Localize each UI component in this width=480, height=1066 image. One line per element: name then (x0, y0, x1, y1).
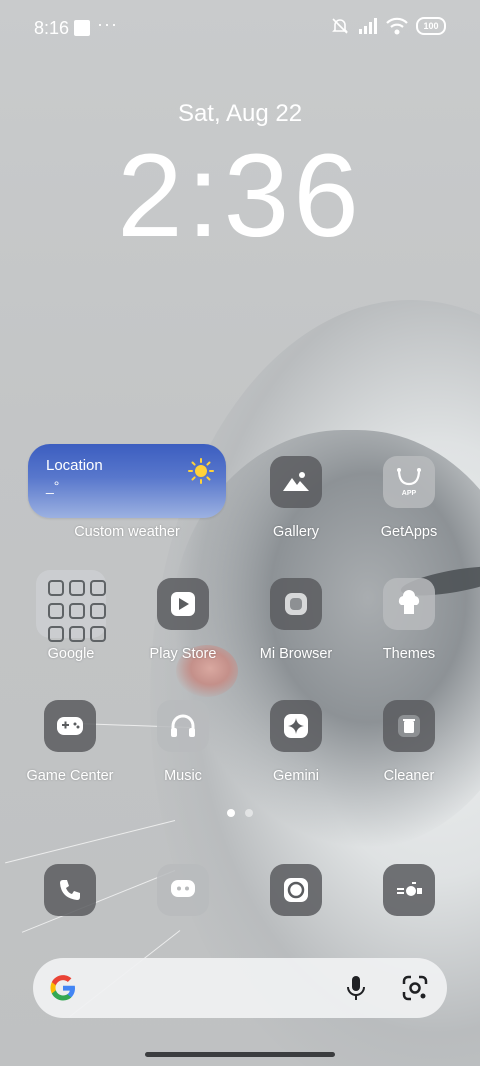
weather-temperature: _° (46, 478, 60, 494)
weather-widget[interactable]: Location _° (28, 444, 226, 518)
cleaner-label: Cleaner (383, 768, 435, 784)
mute-icon (332, 18, 348, 34)
battery-icon: 100 (416, 17, 446, 35)
folder-app-icon (69, 626, 85, 642)
folder-app-icon (69, 603, 85, 619)
page-indicator[interactable] (0, 809, 480, 817)
status-time: 8:16 (34, 18, 70, 38)
getapps-badge: APP (402, 490, 417, 497)
themes-icon (398, 590, 420, 614)
chrome-app[interactable] (270, 864, 322, 916)
signal-icon (359, 18, 377, 34)
getapps-icon: APP (397, 468, 421, 497)
google-folder[interactable] (36, 570, 106, 642)
browser-circle-icon (284, 878, 308, 902)
getapps-label: GetApps (380, 524, 438, 540)
google-search-bar[interactable] (33, 958, 447, 1018)
chat-bubble-icon (171, 880, 195, 897)
mi-browser-app[interactable] (270, 578, 322, 630)
page-dot-active[interactable] (227, 809, 235, 817)
gemini-icon (284, 714, 308, 738)
page-dot[interactable] (245, 809, 253, 817)
phone-app[interactable] (44, 864, 96, 916)
notification-icon (74, 20, 90, 36)
folder-app-icon (90, 603, 106, 619)
headphones-icon (171, 714, 195, 737)
weather-caption: Custom weather (74, 524, 180, 540)
folder-app-icon (90, 626, 106, 642)
lock-clock[interactable]: 2:36 (0, 128, 480, 264)
trash-icon (398, 715, 420, 737)
gallery-app[interactable] (270, 456, 322, 508)
game-controller-icon (57, 717, 83, 735)
mi-browser-icon (285, 593, 307, 615)
home-gesture-bar[interactable] (145, 1052, 335, 1057)
folder-app-icon (90, 580, 106, 596)
more-notifications-icon: ··· (97, 14, 118, 34)
weather-location: Location (46, 457, 103, 474)
status-icons: 100 (330, 16, 446, 36)
folder-app-icon (48, 603, 64, 619)
cleaner-app[interactable] (383, 700, 435, 752)
google-lens-icon[interactable] (401, 974, 429, 1002)
folder-app-icon (69, 580, 85, 596)
sun-icon (188, 458, 214, 484)
camera-icon (397, 882, 422, 896)
game-center-app[interactable] (44, 700, 96, 752)
camera-app[interactable] (383, 864, 435, 916)
wallpaper-whisker (5, 820, 176, 864)
messages-app[interactable] (157, 864, 209, 916)
folder-app-icon (48, 626, 64, 642)
music-app[interactable] (157, 700, 209, 752)
lock-date: Sat, Aug 22 (177, 100, 303, 127)
folder-app-icon (48, 580, 64, 596)
themes-app[interactable] (383, 578, 435, 630)
status-bar: 8:16 ··· 100 (0, 0, 480, 56)
gemini-app[interactable] (270, 700, 322, 752)
microphone-icon[interactable] (343, 974, 369, 1002)
google-logo-icon (50, 975, 75, 1001)
wifi-icon (386, 17, 408, 35)
play-store-icon (171, 592, 195, 616)
gallery-icon (283, 472, 309, 491)
themes-label: Themes (382, 646, 436, 662)
play-store-app[interactable] (157, 578, 209, 630)
phone-icon (60, 880, 80, 900)
getapps-app[interactable]: APP (383, 456, 435, 508)
